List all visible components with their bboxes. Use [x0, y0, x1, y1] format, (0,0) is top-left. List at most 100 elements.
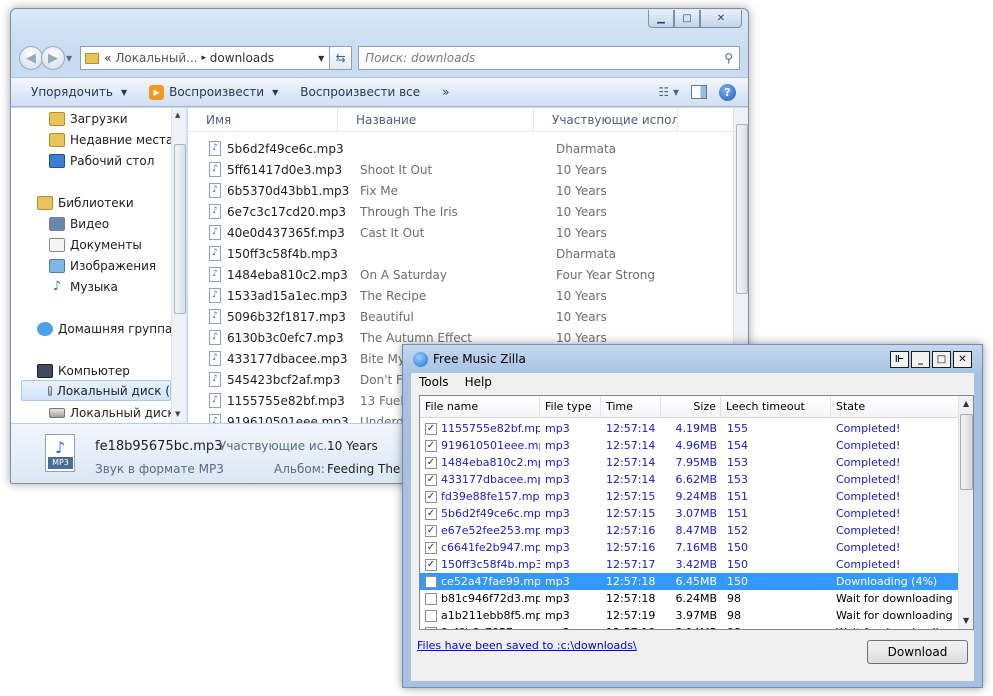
download-row[interactable]: ✓ 1484eba810c2.mp3 mp3 12:57:14 7.95MB 153 Com… — [420, 454, 958, 471]
row-checkbox[interactable]: ✓ — [425, 473, 437, 486]
minimize-button[interactable]: _ — [911, 351, 930, 368]
play-all-button[interactable]: Воспроизвести все — [300, 85, 420, 99]
download-row[interactable]: 9cf6b6c7057e.mp3mp312:57:193.14MB98Wait … — [420, 624, 958, 629]
saved-location-link[interactable]: Files have been saved to :c:\downloads\ — [417, 639, 637, 652]
nav-item-desktop[interactable]: Рабочий стол — [49, 150, 154, 171]
scroll-up-icon[interactable]: ▲ — [963, 399, 969, 408]
column-artist[interactable]: Участвующие исполн... — [534, 108, 678, 132]
row-checkbox[interactable]: ✓ — [425, 507, 437, 520]
row-checkbox[interactable] — [425, 626, 437, 629]
nav-item-music[interactable]: ♪ Музыка — [49, 276, 118, 297]
file-row[interactable]: ♪ 5b6d2f49ce6c.mp3 Dharmata — [188, 138, 694, 159]
back-button[interactable]: ◀ — [19, 46, 43, 70]
chevron-down-icon[interactable]: ▼ — [313, 54, 329, 63]
download-row[interactable]: ✓ 5b6d2f49ce6c.mp3 mp3 12:57:15 3.07MB 151 Com… — [420, 505, 958, 522]
file-row[interactable]: ♪ 6e7c3c17cd20.mp3 Through The Iris 10 Year… — [188, 201, 694, 222]
column-file-type[interactable]: File type — [540, 396, 601, 418]
nav-item-documents[interactable]: Документы — [49, 234, 142, 255]
download-row[interactable]: ✓ 150ff3c58f4b.mp3 mp3 12:57:17 3.42MB 150 Com… — [420, 556, 958, 573]
row-checkbox[interactable]: ✓ — [425, 558, 437, 571]
file-row[interactable]: ♪ 1533ad15a1ec.mp3 The Recipe 10 Years — [188, 285, 694, 306]
help-icon[interactable]: ? — [719, 83, 736, 101]
details-artist-value[interactable]: 10 Years — [327, 439, 378, 453]
download-row[interactable]: a1b211ebb8f5.mp3 mp3 12:57:19 3.97MB 98 Wait … — [420, 607, 958, 624]
column-time[interactable]: Time — [601, 396, 661, 418]
nav-item-libraries[interactable]: Библиотеки — [37, 192, 134, 213]
nav-scrollbar[interactable]: ▲ ▼ — [171, 108, 186, 423]
download-row[interactable]: ✓ 919610501eee.mp3 mp3 12:57:14 4.96MB 154 Com… — [420, 437, 958, 454]
history-dropdown-icon[interactable]: ▼ — [66, 54, 72, 63]
download-row[interactable]: ✓ fd39e88fe157.mp3 mp3 12:57:15 9.24MB 151 Com… — [420, 488, 958, 505]
maximize-button[interactable]: □ — [932, 351, 951, 368]
preview-pane-icon[interactable] — [691, 85, 707, 99]
table-scrollbar[interactable]: ▲ ▼ — [958, 396, 973, 629]
nav-item-video[interactable]: Видео — [49, 213, 109, 234]
more-commands-button[interactable]: » — [442, 85, 449, 99]
cell-time: 12:57:15 — [606, 490, 656, 503]
download-row[interactable]: ✓ 1155755e82bf.mp3 mp3 12:57:14 4.19MB 155 Com… — [420, 420, 958, 437]
breadcrumb-folder[interactable]: downloads — [210, 51, 274, 65]
refresh-button[interactable]: ⇆ — [330, 46, 353, 70]
row-checkbox[interactable]: ✓ — [425, 524, 437, 537]
breadcrumb-separator-icon[interactable]: ▸ — [201, 53, 206, 63]
close-button[interactable]: ✕ — [953, 351, 972, 368]
nav-item-computer[interactable]: Компьютер — [37, 360, 130, 381]
row-checkbox[interactable]: ✓ — [425, 456, 437, 469]
row-checkbox[interactable] — [425, 592, 437, 605]
maximize-button[interactable]: □ — [674, 10, 700, 28]
download-row[interactable]: ✓ e67e52fee253.mp3 mp3 12:57:16 8.47MB 152 Com… — [420, 522, 958, 539]
forward-button[interactable]: ▶ — [41, 46, 65, 70]
nav-item-recent-places[interactable]: Недавние места — [49, 129, 173, 150]
row-checkbox[interactable]: ✓ — [425, 490, 437, 503]
minimize-button[interactable]: ▁ — [648, 10, 674, 28]
file-row[interactable]: ♪ 150ff3c58f4b.mp3 Dharmata — [188, 243, 694, 264]
close-button[interactable]: ✕ — [700, 10, 742, 28]
column-extra[interactable] — [678, 108, 733, 132]
column-title[interactable]: Название — [338, 108, 534, 132]
pin-button[interactable]: ⊩ — [890, 351, 909, 368]
nav-item-pictures[interactable]: Изображения — [49, 255, 156, 276]
address-bar[interactable]: « Локальный... ▸ downloads ▼ — [80, 46, 331, 70]
file-row[interactable]: ♪ 6b5370d43bb1.mp3 Fix Me 10 Years — [188, 180, 694, 201]
scroll-thumb[interactable] — [174, 144, 186, 314]
column-state[interactable]: State — [831, 396, 958, 418]
scroll-up-icon[interactable]: ▲ — [175, 111, 180, 119]
breadcrumb-chevrons[interactable]: « — [104, 51, 111, 65]
download-button[interactable]: Download — [867, 640, 968, 664]
column-leech-timeout[interactable]: Leech timeout — [721, 396, 831, 418]
cell-size: 4.19MB — [675, 422, 717, 435]
scroll-thumb[interactable] — [960, 414, 973, 490]
nav-item-local-disk-d[interactable]: Локальный диск ( — [49, 402, 183, 423]
menu-tools[interactable]: Tools — [411, 373, 457, 393]
column-size[interactable]: Size — [661, 396, 721, 418]
nav-item-local-disk-c[interactable]: Локальный диск ( — [21, 380, 171, 401]
nav-item-homegroup[interactable]: Домашняя группа — [37, 318, 172, 339]
scroll-down-icon[interactable]: ▼ — [963, 616, 969, 625]
download-row[interactable]: ✓ 433177dbacee.mp3 mp3 12:57:14 6.62MB 153 Com… — [420, 471, 958, 488]
play-button[interactable]: ▶ Воспроизвести ▼ — [149, 84, 278, 100]
scroll-down-icon[interactable]: ▼ — [175, 410, 180, 418]
organize-button[interactable]: Упорядочить ▼ — [31, 85, 127, 99]
search-icon[interactable]: ⚲ — [724, 51, 733, 65]
file-title: Beautiful — [360, 309, 414, 324]
row-checkbox[interactable]: ✓ — [425, 422, 437, 435]
download-row[interactable]: b81c946f72d3.mp3 mp3 12:57:18 6.24MB 98 Wait … — [420, 590, 958, 607]
file-row[interactable]: ♪ 1484eba810c2.mp3 On A Saturday Four Year … — [188, 264, 694, 285]
row-checkbox[interactable] — [425, 575, 437, 588]
download-row[interactable]: ✓ c6641fe2b947.mp3 mp3 12:57:16 7.16MB 150 Com… — [420, 539, 958, 556]
column-name[interactable]: Имя — [188, 108, 338, 132]
file-row[interactable]: ♪ 40e0d437365f.mp3 Cast It Out 10 Years — [188, 222, 694, 243]
row-checkbox[interactable]: ✓ — [425, 541, 437, 554]
search-input[interactable]: Поиск: downloads ⚲ — [358, 46, 740, 70]
row-checkbox[interactable] — [425, 609, 437, 622]
file-row[interactable]: ♪ 5096b32f1817.mp3 Beautiful 10 Years — [188, 306, 694, 327]
breadcrumb-drive[interactable]: Локальный... — [115, 51, 197, 65]
view-options-icon[interactable]: ☷ ▾ — [658, 85, 679, 99]
file-row[interactable]: ♪ 5ff61417d0e3.mp3 Shoot It Out 10 Years — [188, 159, 694, 180]
row-checkbox[interactable]: ✓ — [425, 439, 437, 452]
nav-item-downloads[interactable]: Загрузки — [49, 108, 128, 129]
download-row[interactable]: ce52a47fae99.mp3 mp3 12:57:18 6.45MB 150 Down… — [420, 573, 958, 590]
scroll-thumb[interactable] — [736, 124, 748, 294]
menu-help[interactable]: Help — [457, 373, 500, 393]
column-file-name[interactable]: File name — [420, 396, 540, 418]
